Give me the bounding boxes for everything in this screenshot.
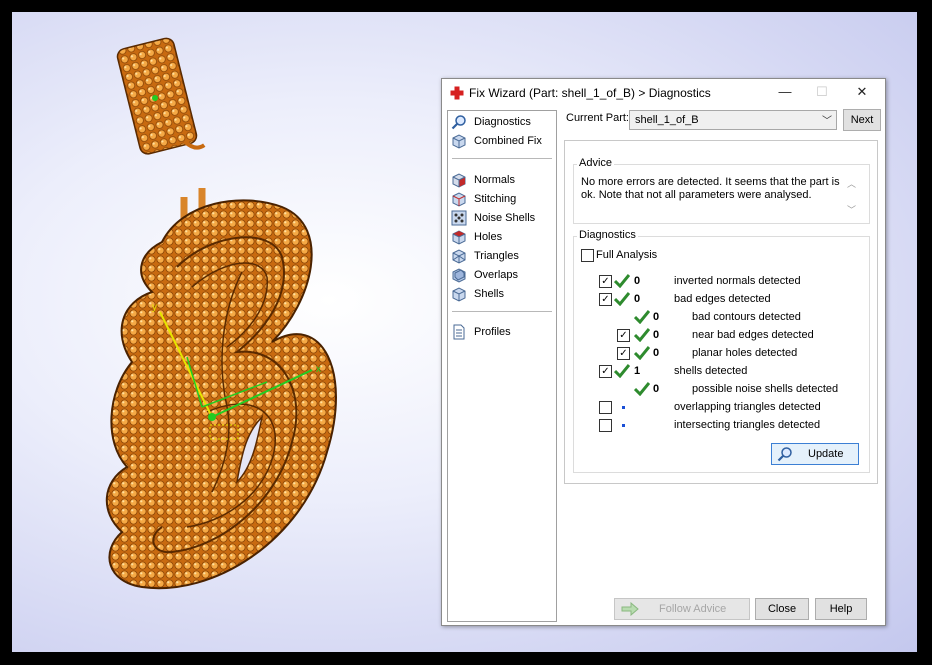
green-check-icon <box>634 346 650 360</box>
nav-stitching[interactable]: Stitching <box>451 191 555 209</box>
overlapping-triangles-label: overlapping triangles detected <box>674 401 821 413</box>
overlaps-cube-icon <box>452 268 466 283</box>
axis-x-label: x <box>316 364 321 375</box>
follow-advice-label: Follow Advice <box>659 603 727 615</box>
cube-icon <box>452 134 466 149</box>
arrow-right-icon <box>621 602 639 616</box>
update-button[interactable]: Update <box>771 443 859 465</box>
magnifier-icon <box>451 115 466 130</box>
document-icon <box>453 324 465 340</box>
intersecting-triangles-label: intersecting triangles detected <box>674 419 821 431</box>
title-bar: Fix Wizard (Part: shell_1_of_B) > Diagno… <box>442 79 885 107</box>
nav-noise-shells[interactable]: Noise Shells <box>451 210 555 228</box>
wizard-nav: Diagnostics Combined Fix Normals Stitchi… <box>447 110 557 622</box>
scroll-up-icon[interactable]: ︿ <box>847 177 856 190</box>
nav-overlaps[interactable]: Overlaps <box>451 267 555 285</box>
inverted-normals-count: 0 <box>634 275 641 287</box>
planar-holes-count: 0 <box>653 347 660 359</box>
current-part-value: shell_1_of_B <box>635 114 699 126</box>
close-window-button[interactable]: ✕ <box>842 81 882 103</box>
normals-cube-icon <box>452 173 466 188</box>
nav-divider <box>452 311 552 312</box>
near-bad-edges-count: 0 <box>653 329 660 341</box>
scroll-down-icon[interactable]: ﹀ <box>847 203 856 216</box>
advice-text: No more errors are detected. It seems th… <box>581 176 840 201</box>
stitching-cube-icon <box>452 192 466 207</box>
shells-count: 1 <box>634 365 641 377</box>
green-check-icon <box>634 328 650 342</box>
letter-b-part <box>105 199 337 590</box>
window-title: Fix Wizard (Part: shell_1_of_B) > Diagno… <box>469 86 711 100</box>
green-check-icon <box>614 274 630 288</box>
help-button[interactable]: Help <box>815 598 867 620</box>
noise-shells-count: 0 <box>653 383 660 395</box>
nav-holes[interactable]: Holes <box>451 229 555 247</box>
fix-wizard-dialog: Fix Wizard (Part: shell_1_of_B) > Diagno… <box>441 78 886 626</box>
bad-edges-checkbox[interactable]: ✓ <box>599 293 612 306</box>
inverted-normals-label: inverted normals detected <box>674 275 801 287</box>
nav-divider <box>452 158 552 159</box>
current-part-label: Current Part: <box>566 112 629 124</box>
red-cross-icon <box>450 86 464 100</box>
shells-checkbox[interactable]: ✓ <box>599 365 612 378</box>
next-button[interactable]: Next <box>843 109 881 131</box>
near-bad-edges-label: near bad edges detected <box>692 329 814 341</box>
shells-label: shells detected <box>674 365 748 377</box>
planar-holes-checkbox[interactable]: ✓ <box>617 347 630 360</box>
green-check-icon <box>614 292 630 306</box>
nav-diagnostics[interactable]: Diagnostics <box>451 114 555 132</box>
intersecting-triangles-checkbox[interactable] <box>599 419 612 432</box>
triangles-cube-icon <box>452 249 466 264</box>
pending-dot-icon <box>622 406 625 409</box>
noise-shells-icon <box>451 210 467 226</box>
close-button[interactable]: Close <box>755 598 809 620</box>
bad-edges-count: 0 <box>634 293 641 305</box>
bail-part <box>116 37 206 155</box>
bad-contours-label: bad contours detected <box>692 311 801 323</box>
planar-holes-label: planar holes detected <box>692 347 798 359</box>
full-analysis-checkbox[interactable] <box>581 249 594 262</box>
axis-y-label: y <box>152 302 157 313</box>
green-check-icon <box>614 364 630 378</box>
follow-advice-button: Follow Advice <box>614 598 750 620</box>
update-label: Update <box>808 448 844 460</box>
bad-edges-label: bad edges detected <box>674 293 771 305</box>
green-check-icon <box>634 382 650 396</box>
green-check-icon <box>634 310 650 324</box>
magnifier-icon <box>777 447 792 462</box>
maximize-button: ☐ <box>816 84 828 99</box>
noise-shells-label: possible noise shells detected <box>692 383 839 395</box>
shells-cube-icon <box>452 287 466 302</box>
chevron-down-icon: ﹀ <box>822 116 832 127</box>
bad-contours-count: 0 <box>653 311 660 323</box>
inverted-normals-checkbox[interactable]: ✓ <box>599 275 612 288</box>
minimize-button[interactable]: — <box>765 81 805 103</box>
nav-combined-fix[interactable]: Combined Fix <box>451 133 555 151</box>
current-part-select[interactable]: shell_1_of_B ﹀ <box>629 110 837 130</box>
full-analysis-label: Full Analysis <box>596 249 658 261</box>
holes-cube-icon <box>452 230 466 245</box>
overlapping-triangles-checkbox[interactable] <box>599 401 612 414</box>
diagnostics-title: Diagnostics <box>577 229 638 241</box>
nav-profiles[interactable]: Profiles <box>451 324 555 342</box>
nav-normals[interactable]: Normals <box>451 172 555 190</box>
pending-dot-icon <box>622 424 625 427</box>
advice-title: Advice <box>577 157 615 169</box>
near-bad-edges-checkbox[interactable]: ✓ <box>617 329 630 342</box>
nav-shells[interactable]: Shells <box>451 286 555 304</box>
nav-triangles[interactable]: Triangles <box>451 248 555 266</box>
